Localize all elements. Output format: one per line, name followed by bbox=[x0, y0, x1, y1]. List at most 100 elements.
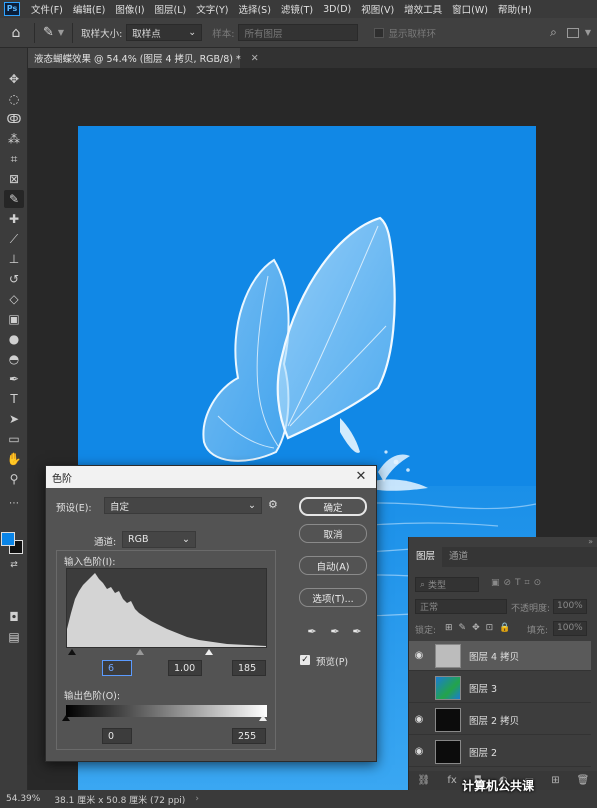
input-gamma-field[interactable]: 1.00 bbox=[168, 660, 202, 676]
healing-brush-icon[interactable]: ✚ bbox=[4, 210, 24, 228]
menu-layer[interactable]: 图层(L) bbox=[150, 2, 192, 16]
menu-bar: Ps 文件(F) 编辑(E) 图像(I) 图层(L) 文字(Y) 选择(S) 滤… bbox=[0, 0, 597, 18]
input-white-field[interactable]: 185 bbox=[232, 660, 266, 676]
more-tools-icon[interactable]: ⋯ bbox=[4, 494, 24, 512]
screen-mode-icon[interactable]: ▤ bbox=[4, 628, 24, 646]
show-ring-checkbox[interactable] bbox=[374, 27, 385, 38]
path-select-icon[interactable]: ➤ bbox=[4, 410, 24, 428]
input-black-slider[interactable] bbox=[68, 649, 76, 655]
ok-button[interactable]: 确定 bbox=[299, 497, 367, 516]
fill-field[interactable]: 100% bbox=[553, 621, 587, 636]
filter-icons[interactable]: ▣⊘T⌗⊙ bbox=[491, 578, 545, 588]
type-tool-icon[interactable]: T bbox=[4, 390, 24, 408]
layer-row[interactable]: ◉ 图层 2 bbox=[409, 737, 591, 767]
chevron-down-icon[interactable]: ▼ bbox=[585, 28, 591, 37]
input-gamma-slider[interactable] bbox=[136, 649, 144, 655]
zoom-tool-icon[interactable]: ⚲ bbox=[4, 470, 24, 488]
zoom-level[interactable]: 54.39% bbox=[6, 794, 40, 804]
output-white-field[interactable]: 255 bbox=[232, 728, 266, 744]
dialog-title-bar[interactable]: 色阶 bbox=[46, 466, 376, 488]
layer-row[interactable]: ◉ 图层 2 拷贝 bbox=[409, 705, 591, 735]
gear-icon[interactable]: ⚙ bbox=[268, 498, 278, 511]
menu-plugins[interactable]: 增效工具 bbox=[399, 2, 447, 16]
layer-row[interactable]: 图层 3 bbox=[409, 673, 591, 703]
new-layer-icon[interactable]: ⊞ bbox=[551, 775, 559, 786]
dodge-tool-icon[interactable]: ◓ bbox=[4, 350, 24, 368]
eye-icon[interactable]: ◉ bbox=[409, 650, 429, 661]
opacity-field[interactable]: 100% bbox=[553, 599, 587, 614]
link-icon[interactable]: ⛓ bbox=[418, 775, 431, 786]
input-black-field[interactable]: 6 bbox=[102, 660, 132, 676]
history-brush-icon[interactable]: ↺ bbox=[4, 270, 24, 288]
options-button[interactable]: 选项(T)... bbox=[299, 588, 367, 607]
move-tool-icon[interactable]: ✥ bbox=[4, 70, 24, 88]
dialog-title: 色阶 bbox=[52, 473, 72, 485]
chevron-right-icon[interactable]: › bbox=[195, 794, 199, 804]
lock-icons[interactable]: ⊞✎✥⊡🔒 bbox=[445, 623, 516, 633]
eyedropper-icon[interactable]: ✎ bbox=[43, 25, 54, 40]
eye-icon[interactable]: ◉ bbox=[409, 714, 429, 725]
cancel-button[interactable]: 取消 bbox=[299, 524, 367, 543]
layer-thumbnail bbox=[435, 675, 461, 700]
trash-icon[interactable]: 🗑 bbox=[577, 775, 590, 786]
auto-button[interactable]: 自动(A) bbox=[299, 556, 367, 575]
rectangle-tool-icon[interactable]: ▭ bbox=[4, 430, 24, 448]
workspace-icon[interactable] bbox=[566, 27, 579, 38]
tab-channels[interactable]: 通道 bbox=[442, 547, 475, 567]
hand-tool-icon[interactable]: ✋ bbox=[4, 450, 24, 468]
black-eyedropper-icon[interactable]: ✒ bbox=[304, 624, 320, 640]
output-white-slider[interactable] bbox=[259, 715, 267, 721]
menu-type[interactable]: 文字(Y) bbox=[191, 2, 233, 16]
clone-stamp-icon[interactable]: ⊥ bbox=[4, 250, 24, 268]
swap-colors-icon[interactable]: ⇄ bbox=[4, 556, 24, 574]
frame-tool-icon[interactable]: ⊠ bbox=[4, 170, 24, 188]
show-ring-label: 显示取样环 bbox=[388, 28, 436, 40]
menu-help[interactable]: 帮助(H) bbox=[493, 2, 537, 16]
search-icon: ⌕ bbox=[420, 579, 426, 590]
blend-mode-select[interactable]: 正常 bbox=[415, 599, 507, 614]
collapse-icon[interactable]: » bbox=[588, 537, 593, 546]
marquee-tool-icon[interactable]: ◌ bbox=[4, 90, 24, 108]
sample-select[interactable]: 所有图层 bbox=[238, 24, 359, 41]
eye-icon[interactable]: ◉ bbox=[409, 746, 429, 757]
output-black-slider[interactable] bbox=[62, 715, 70, 721]
output-black-field[interactable]: 0 bbox=[102, 728, 132, 744]
menu-window[interactable]: 窗口(W) bbox=[447, 2, 493, 16]
blur-tool-icon[interactable]: ● bbox=[4, 330, 24, 348]
eraser-tool-icon[interactable]: ◇ bbox=[4, 290, 24, 308]
gray-eyedropper-icon[interactable]: ✒ bbox=[327, 624, 343, 640]
menu-file[interactable]: 文件(F) bbox=[26, 2, 68, 16]
eyedropper-tool-icon[interactable]: ✎ bbox=[4, 190, 24, 208]
menu-edit[interactable]: 编辑(E) bbox=[68, 2, 110, 16]
search-icon[interactable]: ⌕ bbox=[550, 25, 557, 40]
brush-tool-icon[interactable]: ⟋ bbox=[4, 230, 24, 248]
home-icon[interactable]: ⌂ bbox=[6, 23, 26, 43]
input-white-slider[interactable] bbox=[205, 649, 213, 655]
crop-tool-icon[interactable]: ⌗ bbox=[4, 150, 24, 168]
preset-select[interactable]: 自定 ⌄ bbox=[104, 497, 262, 514]
sample-size-select[interactable]: 取样点 ⌄ bbox=[126, 24, 203, 41]
document-tab[interactable]: 液态蝴蝶效果 @ 54.4% (图层 4 拷贝, RGB/8) * ✕ bbox=[28, 48, 259, 68]
menu-filter[interactable]: 滤镜(T) bbox=[276, 2, 318, 16]
tab-layers[interactable]: 图层 bbox=[409, 547, 443, 567]
pen-tool-icon[interactable]: ✒ bbox=[4, 370, 24, 388]
menu-select[interactable]: 选择(S) bbox=[233, 2, 275, 16]
foreground-color-swatch[interactable] bbox=[1, 532, 15, 546]
gradient-tool-icon[interactable]: ▣ bbox=[4, 310, 24, 328]
lasso-tool-icon[interactable]: ↂ bbox=[4, 110, 24, 128]
menu-image[interactable]: 图像(I) bbox=[110, 2, 149, 16]
close-icon[interactable]: ✕ bbox=[352, 468, 370, 486]
layer-row[interactable]: ◉ 图层 4 拷贝 bbox=[409, 641, 591, 671]
quick-select-tool-icon[interactable]: ⁂ bbox=[4, 130, 24, 148]
preview-checkbox[interactable]: ✓ bbox=[300, 655, 310, 665]
close-icon[interactable]: ✕ bbox=[251, 53, 259, 64]
layer-filter-select[interactable]: ⌕ 类型 bbox=[415, 577, 479, 592]
menu-view[interactable]: 视图(V) bbox=[356, 2, 399, 16]
chevron-down-icon[interactable]: ▼ bbox=[58, 28, 64, 37]
photoshop-logo[interactable]: Ps bbox=[4, 2, 20, 16]
quick-mask-icon[interactable]: ◘ bbox=[4, 608, 24, 626]
channel-select[interactable]: RGB ⌄ bbox=[122, 531, 196, 548]
fx-icon[interactable]: fx bbox=[447, 775, 456, 786]
white-eyedropper-icon[interactable]: ✒ bbox=[349, 624, 365, 640]
menu-3d[interactable]: 3D(D) bbox=[318, 4, 356, 15]
